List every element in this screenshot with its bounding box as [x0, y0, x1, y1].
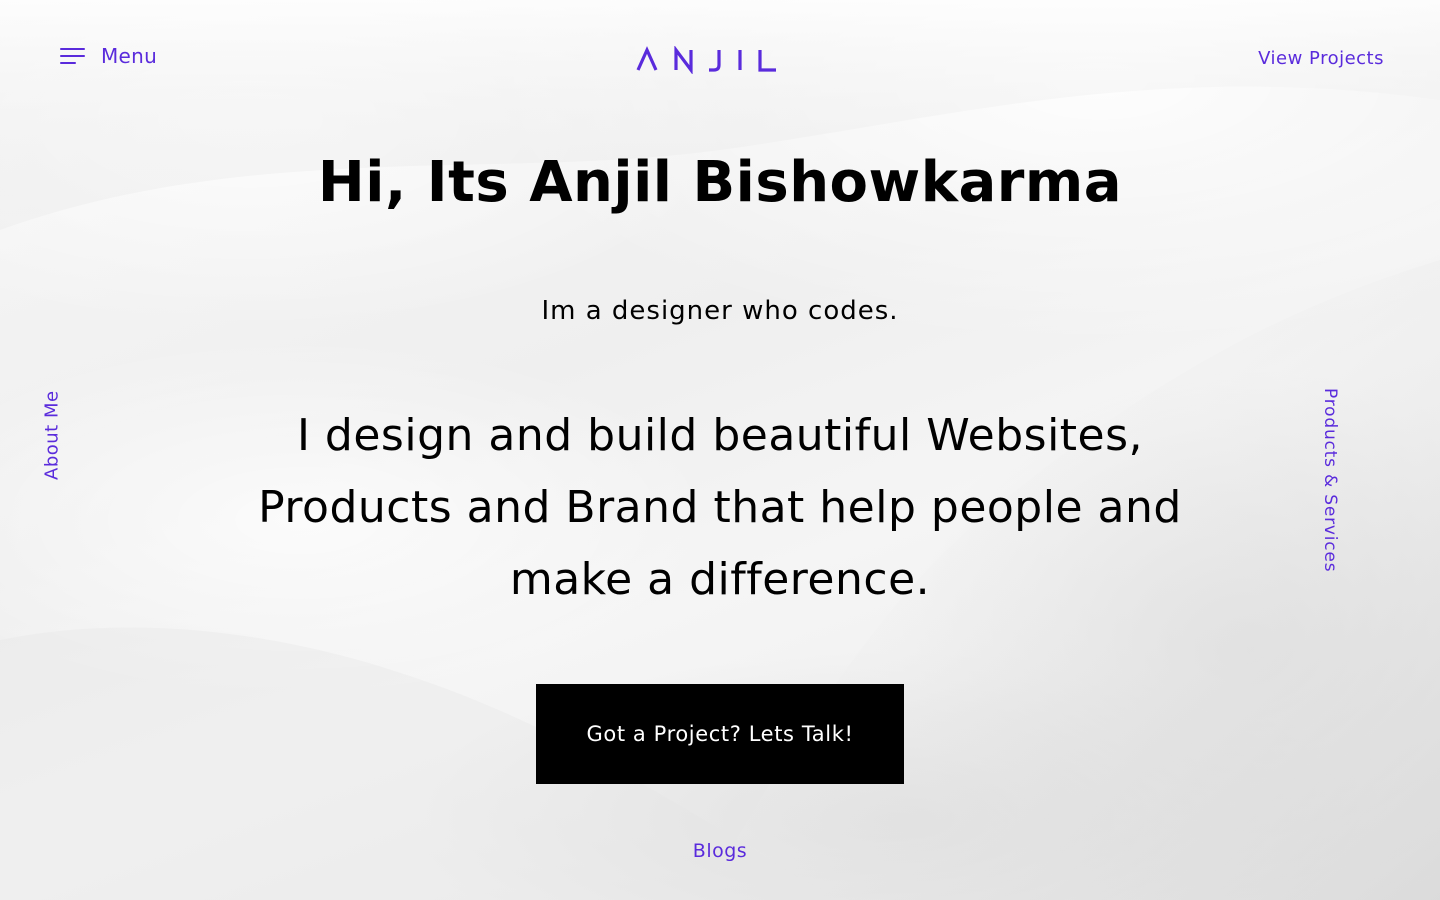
- menu-button[interactable]: Menu: [60, 44, 157, 68]
- anjil-logo[interactable]: [636, 46, 778, 74]
- lets-talk-button[interactable]: Got a Project? Lets Talk!: [536, 684, 904, 784]
- blogs-nav: Blogs: [0, 840, 1440, 862]
- view-projects-link[interactable]: View Projects: [1258, 48, 1384, 69]
- products-services-link[interactable]: Products & Services: [1320, 388, 1340, 572]
- blogs-link[interactable]: Blogs: [693, 840, 747, 862]
- tagline: Im a designer who codes.: [541, 296, 899, 326]
- hamburger-icon: [60, 46, 85, 66]
- about-me-link[interactable]: About Me: [42, 390, 63, 480]
- menu-label: Menu: [101, 44, 158, 68]
- hero-statement: I design and build beautiful Websites, P…: [258, 410, 1182, 605]
- hero-title: Hi, Its Anjil Bishowkarma: [317, 150, 1123, 215]
